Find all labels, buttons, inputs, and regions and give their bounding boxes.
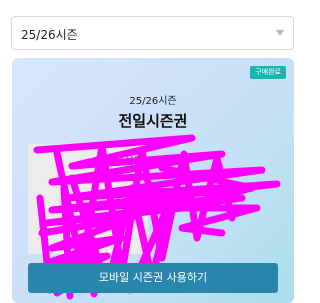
season-select-value: 25/26시즌 — [21, 28, 78, 42]
use-mobile-pass-button[interactable]: 모바일 시즌권 사용하기 — [28, 263, 278, 293]
season-select[interactable]: 25/26시즌 — [11, 16, 294, 50]
chevron-down-icon — [276, 30, 284, 36]
season-pass-card: 구매완료 25/26시즌 전일시즌권 일 시즌 모바일 시즌권 사용하기 — [12, 58, 294, 303]
